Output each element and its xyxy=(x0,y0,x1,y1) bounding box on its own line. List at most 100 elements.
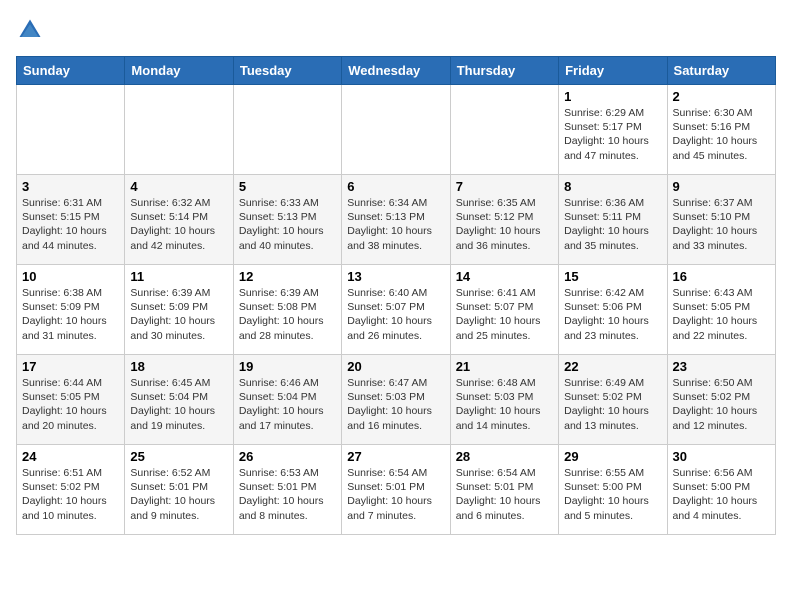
day-info: Sunrise: 6:54 AM Sunset: 5:01 PM Dayligh… xyxy=(347,466,444,523)
calendar-cell: 21 Sunrise: 6:48 AM Sunset: 5:03 PM Dayl… xyxy=(450,355,558,445)
day-info: Sunrise: 6:41 AM Sunset: 5:07 PM Dayligh… xyxy=(456,286,553,343)
day-number: 2 xyxy=(673,89,770,104)
day-number: 18 xyxy=(130,359,227,374)
day-info: Sunrise: 6:35 AM Sunset: 5:12 PM Dayligh… xyxy=(456,196,553,253)
calendar-cell xyxy=(342,85,450,175)
calendar-cell: 2 Sunrise: 6:30 AM Sunset: 5:16 PM Dayli… xyxy=(667,85,775,175)
page-header xyxy=(16,16,776,44)
calendar-week-3: 10 Sunrise: 6:38 AM Sunset: 5:09 PM Dayl… xyxy=(17,265,776,355)
day-info: Sunrise: 6:39 AM Sunset: 5:08 PM Dayligh… xyxy=(239,286,336,343)
day-info: Sunrise: 6:44 AM Sunset: 5:05 PM Dayligh… xyxy=(22,376,119,433)
day-info: Sunrise: 6:52 AM Sunset: 5:01 PM Dayligh… xyxy=(130,466,227,523)
day-info: Sunrise: 6:38 AM Sunset: 5:09 PM Dayligh… xyxy=(22,286,119,343)
day-number: 15 xyxy=(564,269,661,284)
calendar-cell: 7 Sunrise: 6:35 AM Sunset: 5:12 PM Dayli… xyxy=(450,175,558,265)
weekday-header-sunday: Sunday xyxy=(17,57,125,85)
calendar-cell: 6 Sunrise: 6:34 AM Sunset: 5:13 PM Dayli… xyxy=(342,175,450,265)
weekday-header-tuesday: Tuesday xyxy=(233,57,341,85)
calendar-cell: 3 Sunrise: 6:31 AM Sunset: 5:15 PM Dayli… xyxy=(17,175,125,265)
calendar-cell: 12 Sunrise: 6:39 AM Sunset: 5:08 PM Dayl… xyxy=(233,265,341,355)
day-info: Sunrise: 6:51 AM Sunset: 5:02 PM Dayligh… xyxy=(22,466,119,523)
calendar-week-1: 1 Sunrise: 6:29 AM Sunset: 5:17 PM Dayli… xyxy=(17,85,776,175)
calendar-cell: 27 Sunrise: 6:54 AM Sunset: 5:01 PM Dayl… xyxy=(342,445,450,535)
day-number: 8 xyxy=(564,179,661,194)
calendar-week-4: 17 Sunrise: 6:44 AM Sunset: 5:05 PM Dayl… xyxy=(17,355,776,445)
day-number: 7 xyxy=(456,179,553,194)
day-number: 28 xyxy=(456,449,553,464)
weekday-header-saturday: Saturday xyxy=(667,57,775,85)
day-number: 24 xyxy=(22,449,119,464)
calendar-week-2: 3 Sunrise: 6:31 AM Sunset: 5:15 PM Dayli… xyxy=(17,175,776,265)
day-number: 20 xyxy=(347,359,444,374)
day-info: Sunrise: 6:47 AM Sunset: 5:03 PM Dayligh… xyxy=(347,376,444,433)
day-info: Sunrise: 6:40 AM Sunset: 5:07 PM Dayligh… xyxy=(347,286,444,343)
day-number: 1 xyxy=(564,89,661,104)
calendar-cell: 30 Sunrise: 6:56 AM Sunset: 5:00 PM Dayl… xyxy=(667,445,775,535)
weekday-header-row: SundayMondayTuesdayWednesdayThursdayFrid… xyxy=(17,57,776,85)
calendar-cell xyxy=(17,85,125,175)
calendar-cell: 17 Sunrise: 6:44 AM Sunset: 5:05 PM Dayl… xyxy=(17,355,125,445)
calendar-cell: 13 Sunrise: 6:40 AM Sunset: 5:07 PM Dayl… xyxy=(342,265,450,355)
day-number: 5 xyxy=(239,179,336,194)
day-info: Sunrise: 6:56 AM Sunset: 5:00 PM Dayligh… xyxy=(673,466,770,523)
logo xyxy=(16,16,48,44)
day-info: Sunrise: 6:36 AM Sunset: 5:11 PM Dayligh… xyxy=(564,196,661,253)
day-number: 27 xyxy=(347,449,444,464)
day-number: 6 xyxy=(347,179,444,194)
calendar-cell: 24 Sunrise: 6:51 AM Sunset: 5:02 PM Dayl… xyxy=(17,445,125,535)
day-number: 14 xyxy=(456,269,553,284)
calendar-cell: 18 Sunrise: 6:45 AM Sunset: 5:04 PM Dayl… xyxy=(125,355,233,445)
day-info: Sunrise: 6:53 AM Sunset: 5:01 PM Dayligh… xyxy=(239,466,336,523)
day-info: Sunrise: 6:29 AM Sunset: 5:17 PM Dayligh… xyxy=(564,106,661,163)
calendar-week-5: 24 Sunrise: 6:51 AM Sunset: 5:02 PM Dayl… xyxy=(17,445,776,535)
day-info: Sunrise: 6:50 AM Sunset: 5:02 PM Dayligh… xyxy=(673,376,770,433)
day-number: 17 xyxy=(22,359,119,374)
day-info: Sunrise: 6:31 AM Sunset: 5:15 PM Dayligh… xyxy=(22,196,119,253)
day-number: 16 xyxy=(673,269,770,284)
weekday-header-friday: Friday xyxy=(559,57,667,85)
day-info: Sunrise: 6:45 AM Sunset: 5:04 PM Dayligh… xyxy=(130,376,227,433)
weekday-header-wednesday: Wednesday xyxy=(342,57,450,85)
calendar-cell: 26 Sunrise: 6:53 AM Sunset: 5:01 PM Dayl… xyxy=(233,445,341,535)
calendar-cell: 11 Sunrise: 6:39 AM Sunset: 5:09 PM Dayl… xyxy=(125,265,233,355)
calendar-cell: 1 Sunrise: 6:29 AM Sunset: 5:17 PM Dayli… xyxy=(559,85,667,175)
day-number: 21 xyxy=(456,359,553,374)
calendar-cell: 9 Sunrise: 6:37 AM Sunset: 5:10 PM Dayli… xyxy=(667,175,775,265)
calendar-cell: 8 Sunrise: 6:36 AM Sunset: 5:11 PM Dayli… xyxy=(559,175,667,265)
calendar-cell: 15 Sunrise: 6:42 AM Sunset: 5:06 PM Dayl… xyxy=(559,265,667,355)
calendar-cell xyxy=(125,85,233,175)
day-number: 26 xyxy=(239,449,336,464)
calendar-cell: 14 Sunrise: 6:41 AM Sunset: 5:07 PM Dayl… xyxy=(450,265,558,355)
calendar-cell: 29 Sunrise: 6:55 AM Sunset: 5:00 PM Dayl… xyxy=(559,445,667,535)
day-info: Sunrise: 6:39 AM Sunset: 5:09 PM Dayligh… xyxy=(130,286,227,343)
calendar-cell xyxy=(233,85,341,175)
day-info: Sunrise: 6:32 AM Sunset: 5:14 PM Dayligh… xyxy=(130,196,227,253)
day-info: Sunrise: 6:54 AM Sunset: 5:01 PM Dayligh… xyxy=(456,466,553,523)
day-number: 29 xyxy=(564,449,661,464)
day-info: Sunrise: 6:46 AM Sunset: 5:04 PM Dayligh… xyxy=(239,376,336,433)
day-number: 25 xyxy=(130,449,227,464)
calendar-cell: 4 Sunrise: 6:32 AM Sunset: 5:14 PM Dayli… xyxy=(125,175,233,265)
calendar-cell: 22 Sunrise: 6:49 AM Sunset: 5:02 PM Dayl… xyxy=(559,355,667,445)
day-number: 9 xyxy=(673,179,770,194)
calendar-cell: 16 Sunrise: 6:43 AM Sunset: 5:05 PM Dayl… xyxy=(667,265,775,355)
day-number: 12 xyxy=(239,269,336,284)
day-info: Sunrise: 6:43 AM Sunset: 5:05 PM Dayligh… xyxy=(673,286,770,343)
day-number: 23 xyxy=(673,359,770,374)
day-number: 19 xyxy=(239,359,336,374)
weekday-header-monday: Monday xyxy=(125,57,233,85)
day-number: 30 xyxy=(673,449,770,464)
day-number: 13 xyxy=(347,269,444,284)
day-number: 3 xyxy=(22,179,119,194)
day-info: Sunrise: 6:37 AM Sunset: 5:10 PM Dayligh… xyxy=(673,196,770,253)
calendar-table: SundayMondayTuesdayWednesdayThursdayFrid… xyxy=(16,56,776,535)
calendar-cell xyxy=(450,85,558,175)
calendar-cell: 25 Sunrise: 6:52 AM Sunset: 5:01 PM Dayl… xyxy=(125,445,233,535)
day-info: Sunrise: 6:42 AM Sunset: 5:06 PM Dayligh… xyxy=(564,286,661,343)
weekday-header-thursday: Thursday xyxy=(450,57,558,85)
calendar-cell: 23 Sunrise: 6:50 AM Sunset: 5:02 PM Dayl… xyxy=(667,355,775,445)
calendar-cell: 10 Sunrise: 6:38 AM Sunset: 5:09 PM Dayl… xyxy=(17,265,125,355)
day-info: Sunrise: 6:48 AM Sunset: 5:03 PM Dayligh… xyxy=(456,376,553,433)
day-info: Sunrise: 6:55 AM Sunset: 5:00 PM Dayligh… xyxy=(564,466,661,523)
calendar-cell: 19 Sunrise: 6:46 AM Sunset: 5:04 PM Dayl… xyxy=(233,355,341,445)
